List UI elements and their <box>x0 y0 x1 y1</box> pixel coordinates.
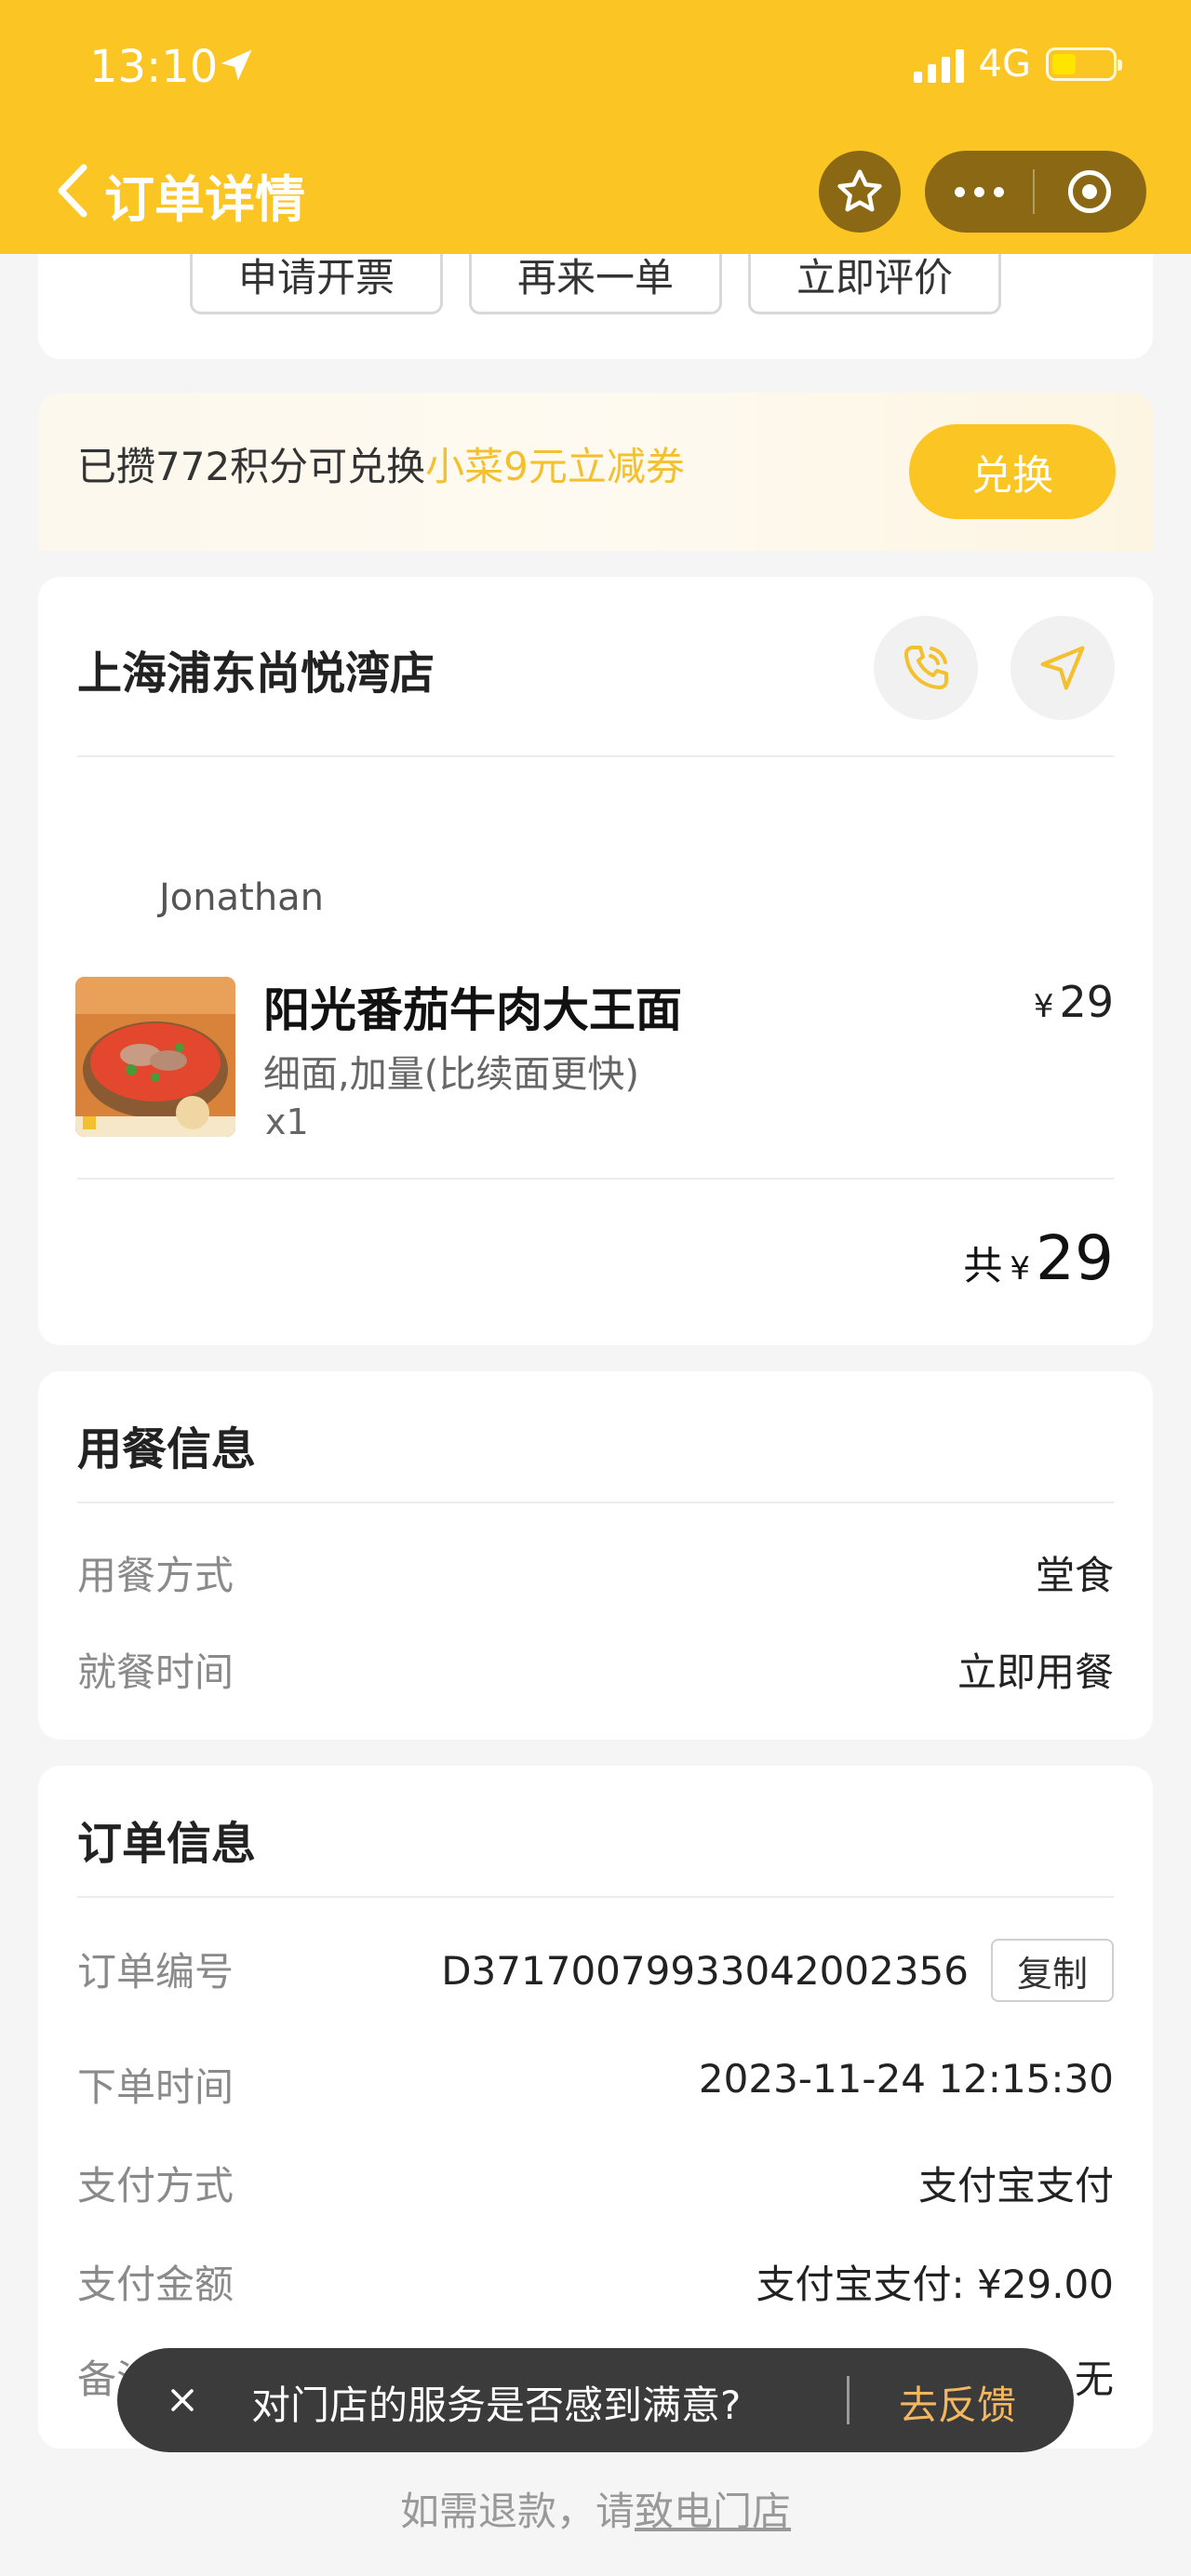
dining-mode-label: 用餐方式 <box>77 1553 234 1598</box>
points-banner: 已攒772积分可兑换小菜9元立减券 兑换 <box>38 393 1153 551</box>
store-name: 上海浦东尚悦湾店 <box>77 647 435 700</box>
section-title: 订单信息 <box>77 1818 257 1870</box>
phone-icon <box>904 646 948 689</box>
call-store-link[interactable]: 致电门店 <box>635 2489 791 2534</box>
refund-hint: 如需退款，请致电门店 <box>0 2480 1191 2537</box>
signal-icon <box>913 46 964 83</box>
total-label: 共 <box>963 1243 1003 1288</box>
dining-info-card: 用餐信息 用餐方式 堂食 就餐时间 立即用餐 <box>38 1371 1153 1740</box>
call-store-button[interactable] <box>874 616 978 720</box>
total-currency: ¥ <box>1010 1250 1031 1288</box>
feedback-button[interactable]: 去反馈 <box>899 2374 1016 2431</box>
favorite-button[interactable] <box>819 151 901 233</box>
navigation-arrow-icon <box>1040 646 1085 690</box>
feedback-toast: 对门店的服务是否感到满意? 去反馈 <box>117 2348 1074 2452</box>
payment-amount-label: 支付金额 <box>77 2262 234 2307</box>
toast-divider <box>847 2376 850 2424</box>
dining-mode-value: 堂食 <box>1035 1553 1114 1598</box>
order-number-value: D37170079933042002356 <box>441 1948 969 1994</box>
mini-program-capsule <box>925 151 1146 233</box>
dish-name: 阳光番茄牛肉大王面 <box>263 983 682 1037</box>
copy-button[interactable]: 复制 <box>991 1939 1114 2002</box>
divider <box>77 1178 1114 1180</box>
more-dots-icon[interactable] <box>925 151 1033 233</box>
divider <box>77 1502 1114 1503</box>
dining-time-label: 就餐时间 <box>77 1649 234 1695</box>
close-target-icon[interactable] <box>1035 151 1144 233</box>
price-currency: ¥ <box>1033 988 1054 1025</box>
exchange-button[interactable]: 兑换 <box>909 424 1116 519</box>
dining-time-value: 立即用餐 <box>957 1649 1114 1695</box>
price-value: 29 <box>1059 977 1114 1027</box>
top-bar: 13:10 4G 订单详情 <box>0 0 1191 254</box>
page-title: 订单详情 <box>104 170 305 229</box>
dish-image <box>75 977 235 1137</box>
dish-spec: 细面,加量(比续面更快) <box>263 1053 639 1096</box>
section-title: 用餐信息 <box>77 1423 257 1475</box>
feedback-question: 对门店的服务是否感到满意? <box>251 2382 742 2428</box>
store-order-card: 上海浦东尚悦湾店 Jonathan 阳光番茄牛肉大王面 细面,加量(比续面更快)… <box>38 577 1153 1345</box>
order-total: 共 ¥ 29 <box>963 1222 1114 1294</box>
network-type: 4G <box>978 43 1031 86</box>
battery-icon <box>1046 47 1122 81</box>
payment-method-value: 支付宝支付 <box>917 2163 1114 2209</box>
order-time-label: 下单时间 <box>77 2064 234 2110</box>
divider <box>77 1896 1114 1898</box>
back-chevron-icon[interactable] <box>50 158 97 223</box>
noodle-bowl-illustration <box>75 977 235 1137</box>
order-time-value: 2023-11-24 12:15:30 <box>698 2056 1114 2102</box>
star-icon <box>837 169 882 212</box>
remark-value: 无 <box>1074 2356 1114 2402</box>
location-arrow-icon <box>221 49 252 81</box>
divider <box>77 755 1114 757</box>
navigate-store-button[interactable] <box>1010 616 1115 720</box>
status-time: 13:10 <box>89 41 219 93</box>
points-coupon-highlight: 小菜9元立减券 <box>425 444 685 489</box>
close-icon[interactable] <box>154 2372 210 2428</box>
refund-hint-text: 如需退款，请 <box>399 2489 635 2534</box>
points-text: 已攒772积分可兑换小菜9元立减券 <box>77 435 685 492</box>
customer-name: Jonathan <box>159 876 325 919</box>
payment-method-label: 支付方式 <box>77 2163 234 2209</box>
status-indicators: 4G <box>913 43 1122 86</box>
order-number-label: 订单编号 <box>77 1949 234 1995</box>
order-info-card: 订单信息 订单编号 D37170079933042002356 复制 下单时间 … <box>38 1766 1153 2449</box>
dish-quantity: x1 <box>265 1101 309 1142</box>
points-prefix: 已攒772积分可兑换 <box>77 444 426 489</box>
total-amount: 29 <box>1036 1222 1114 1294</box>
payment-amount-value: 支付宝支付: ¥29.00 <box>756 2262 1114 2307</box>
dish-price: ¥29 <box>1034 977 1114 1027</box>
